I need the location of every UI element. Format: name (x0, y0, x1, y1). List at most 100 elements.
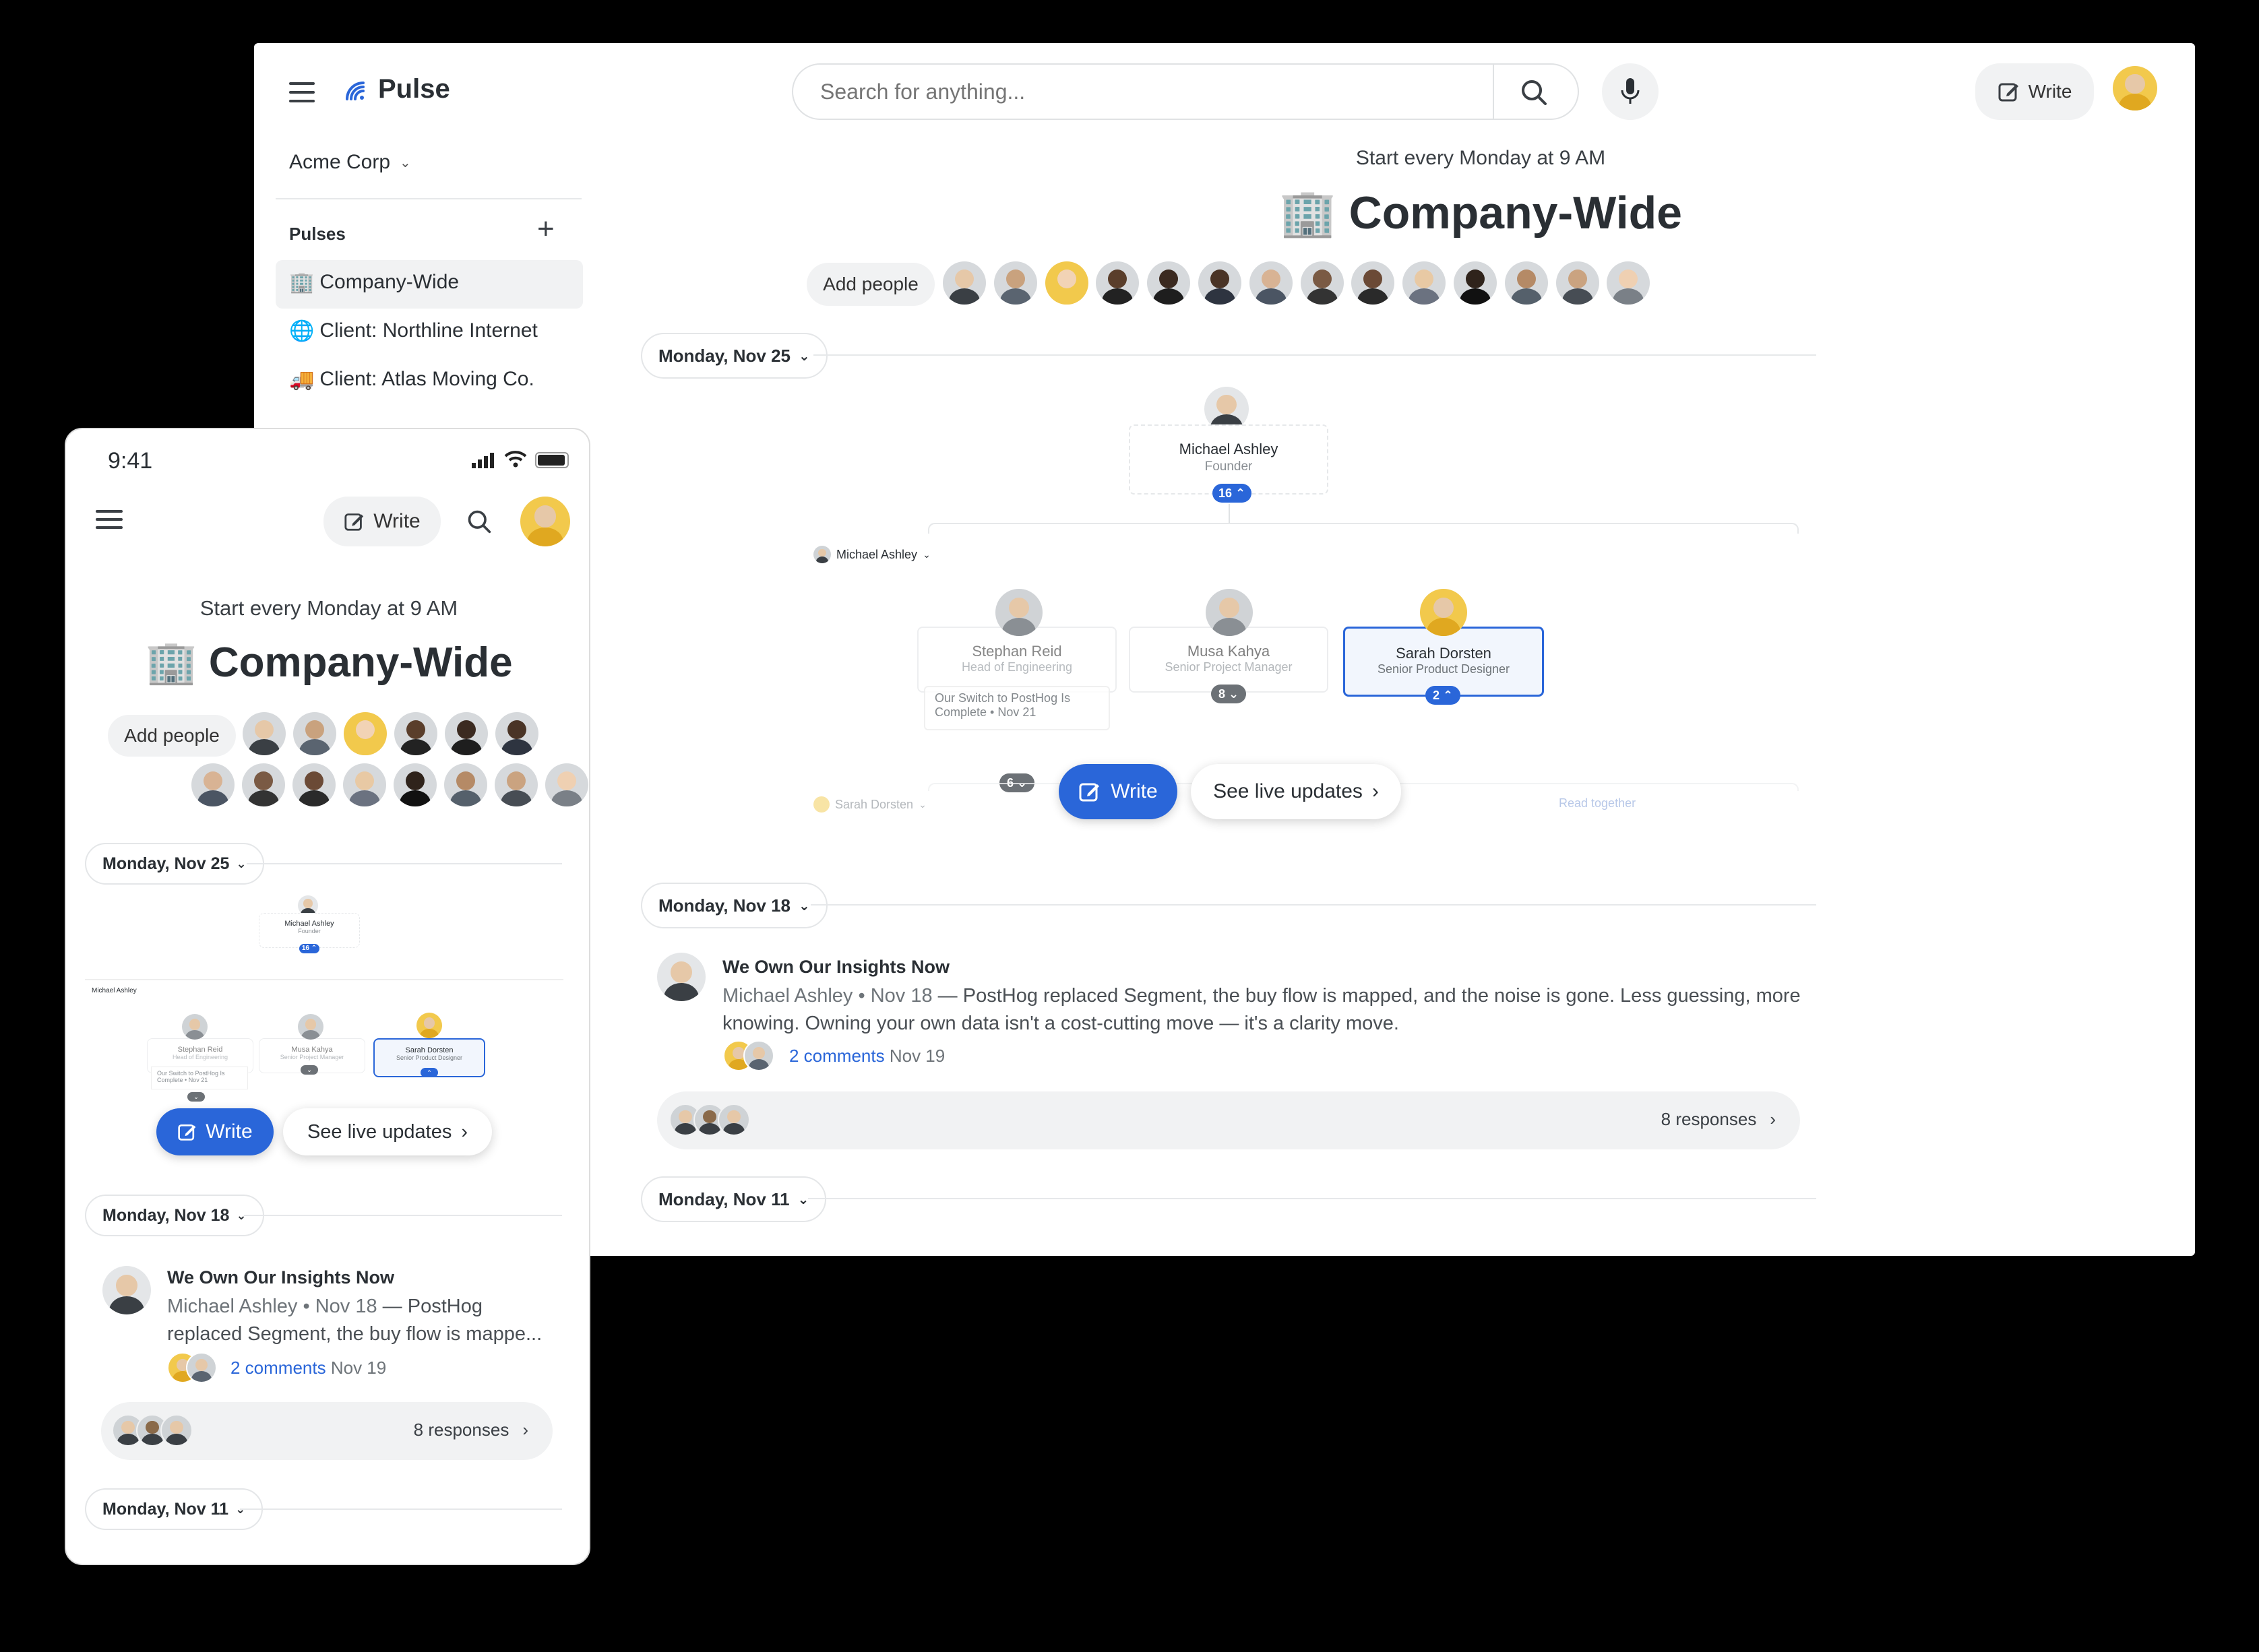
date-pill-nov18[interactable]: Monday, Nov 18 ⌄ (85, 1195, 264, 1236)
org-card-root[interactable]: Michael Ashley Founder (259, 913, 360, 948)
post-title[interactable]: We Own Our Insights Now (722, 957, 950, 978)
menu-icon[interactable] (96, 510, 123, 529)
chevron-down-icon: ⌄ (799, 348, 810, 364)
count-badge[interactable]: ⌄ (187, 1092, 205, 1102)
read-together-link[interactable]: Read together (1559, 796, 1636, 811)
member-avatar[interactable] (292, 763, 336, 806)
responses-bar[interactable]: 8 responses › (101, 1402, 553, 1460)
author-avatar[interactable] (102, 1266, 151, 1314)
post-body: Michael Ashley • Nov 18 — PostHog replac… (722, 985, 1801, 1034)
count-badge[interactable]: 8 ⌄ (1211, 685, 1246, 703)
branch-selector[interactable]: Michael Ashley (92, 987, 137, 994)
member-avatar[interactable] (394, 763, 437, 806)
chevron-down-icon: ⌄ (797, 1192, 809, 1207)
member-avatar[interactable] (1504, 261, 1548, 305)
search-icon[interactable] (466, 509, 492, 534)
status-time: 9:41 (108, 448, 153, 474)
member-avatar[interactable] (1096, 261, 1140, 305)
member-avatar[interactable] (495, 712, 538, 755)
write-cta-button[interactable]: Write (1059, 764, 1177, 819)
member-avatar[interactable] (993, 261, 1037, 305)
count-badge[interactable]: ⌄ (301, 1065, 318, 1075)
avatar (160, 1414, 193, 1447)
member-avatar[interactable] (1198, 261, 1241, 305)
battery-icon (535, 452, 569, 468)
chevron-right-icon: › (1371, 780, 1379, 802)
report-post[interactable]: Our Switch to PostHog Is Complete • Nov … (151, 1067, 248, 1089)
date-pill-nov25[interactable]: Monday, Nov 25 ⌄ (641, 333, 828, 379)
post-title[interactable]: We Own Our Insights Now (167, 1267, 394, 1288)
write-button[interactable]: Write (323, 497, 441, 546)
member-avatar[interactable] (293, 712, 336, 755)
member-avatar[interactable] (1045, 261, 1088, 305)
user-avatar[interactable] (2113, 66, 2157, 110)
member-avatar[interactable] (243, 712, 286, 755)
member-avatar[interactable] (242, 763, 285, 806)
count-badge[interactable]: 2 ⌃ (1425, 686, 1460, 705)
member-avatar[interactable] (1402, 261, 1446, 305)
member-avatar[interactable] (344, 712, 387, 755)
workspace-switcher[interactable]: Acme Corp ⌄ (289, 151, 411, 174)
branch-selector-faded[interactable]: Sarah Dorsten ⌄ (813, 796, 927, 813)
app-logo[interactable]: Pulse (342, 74, 450, 104)
member-avatar[interactable] (1555, 261, 1599, 305)
sidebar-item-northline[interactable]: 🌐 Client: Northline Internet (289, 319, 538, 343)
member-avatar[interactable] (191, 763, 235, 806)
count-badge[interactable]: 16 ⌃ (299, 944, 319, 953)
microphone-button[interactable] (1602, 63, 1659, 120)
schedule-text: Start every Monday at 9 AM (1355, 147, 1606, 169)
divider (813, 354, 1816, 356)
compose-icon (178, 1124, 196, 1141)
date-pill-nov25[interactable]: Monday, Nov 25 ⌄ (85, 843, 264, 885)
org-card-musa[interactable]: Musa Kahya Senior Project Manager (1129, 627, 1328, 693)
divider (276, 198, 582, 199)
member-avatar[interactable] (394, 712, 437, 755)
member-avatar[interactable] (545, 763, 588, 806)
see-live-updates-button[interactable]: See live updates › (283, 1108, 492, 1155)
date-pill-nov11[interactable]: Monday, Nov 11 ⌄ (641, 1176, 827, 1222)
comments-link[interactable]: 2 comments Nov 19 (789, 1046, 945, 1067)
add-people-button[interactable]: Add people (807, 263, 935, 306)
search-input[interactable] (820, 77, 1481, 106)
date-pill-nov11[interactable]: Monday, Nov 11 ⌄ (85, 1488, 264, 1530)
author-avatar[interactable] (657, 953, 706, 1001)
user-avatar[interactable] (520, 497, 570, 546)
sidebar-item-atlas[interactable]: 🚚 Client: Atlas Moving Co. (289, 368, 534, 391)
add-pulse-icon[interactable]: + (537, 214, 555, 244)
avatar (718, 1104, 750, 1136)
member-avatar[interactable] (1147, 261, 1191, 305)
search-icon[interactable] (1520, 78, 1548, 106)
member-avatar[interactable] (495, 763, 538, 806)
member-avatar[interactable] (1607, 261, 1650, 305)
member-avatar[interactable] (444, 763, 487, 806)
report-post[interactable]: Our Switch to PostHog Is Complete • Nov … (924, 686, 1110, 730)
avatar (813, 546, 831, 563)
building-icon: 🏢 (145, 639, 197, 686)
menu-icon[interactable] (289, 82, 315, 102)
search-bar[interactable] (792, 63, 1579, 120)
comments-link[interactable]: 2 comments Nov 19 (230, 1358, 386, 1378)
responses-bar[interactable]: 8 responses › (657, 1091, 1800, 1149)
member-avatar[interactable] (1300, 261, 1344, 305)
sidebar-item-company-wide-label: 🏢 Company-Wide (289, 271, 460, 294)
member-avatar[interactable] (1249, 261, 1293, 305)
pulses-heading: Pulses (289, 224, 346, 244)
member-avatar[interactable] (1454, 261, 1497, 305)
workspace-name: Acme Corp (289, 151, 391, 173)
member-avatar[interactable] (343, 763, 386, 806)
date-pill-nov18[interactable]: Monday, Nov 18 ⌄ (641, 883, 828, 928)
avatar (995, 589, 1043, 636)
building-icon: 🏢 (289, 272, 315, 294)
member-avatar[interactable] (1351, 261, 1395, 305)
write-button[interactable]: Write (1975, 63, 2094, 120)
member-avatar[interactable] (445, 712, 488, 755)
org-card-stephan[interactable]: Stephan Reid Head of Engineering (917, 627, 1117, 693)
write-cta-button[interactable]: Write (156, 1108, 274, 1155)
add-people-button[interactable]: Add people (108, 715, 236, 757)
count-badge[interactable]: 16 ⌃ (1212, 484, 1251, 503)
avatar (416, 1013, 442, 1038)
branch-selector[interactable]: Michael Ashley ⌄ (813, 546, 931, 563)
see-live-updates-button[interactable]: See live updates › (1191, 764, 1401, 819)
count-badge[interactable]: ⌃ (421, 1068, 438, 1077)
member-avatar[interactable] (943, 261, 986, 305)
